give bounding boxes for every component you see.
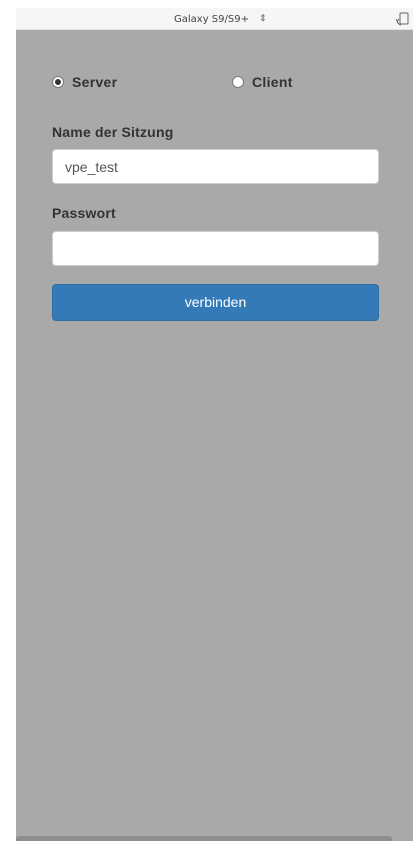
password-input[interactable] (52, 231, 379, 266)
radio-unchecked-icon[interactable] (232, 76, 244, 88)
password-label: Passwort (52, 205, 116, 221)
radio-client[interactable]: Client (232, 74, 293, 90)
radio-client-label[interactable]: Client (252, 74, 293, 90)
session-name-label: Name der Sitzung (52, 124, 174, 140)
session-name-input[interactable] (52, 149, 379, 184)
radio-dot (55, 79, 61, 85)
mode-radio-group: Server Client (52, 74, 352, 94)
device-name: Galaxy S9/S9+ (174, 13, 249, 25)
radio-checked-icon[interactable] (52, 76, 64, 88)
rotate-device-icon[interactable] (395, 11, 411, 27)
app-viewport: Server Client Name der Sitzung Passwort … (16, 30, 413, 841)
connect-button[interactable]: verbinden (52, 284, 379, 321)
radio-server[interactable]: Server (52, 74, 117, 90)
device-selector[interactable]: Galaxy S9/S9+ ⇕ (174, 11, 267, 27)
horizontal-scrollbar[interactable] (16, 836, 392, 841)
device-toolbar: Galaxy S9/S9+ ⇕ (16, 8, 413, 30)
radio-server-label[interactable]: Server (72, 74, 117, 90)
updown-arrows-icon: ⇕ (258, 13, 267, 24)
